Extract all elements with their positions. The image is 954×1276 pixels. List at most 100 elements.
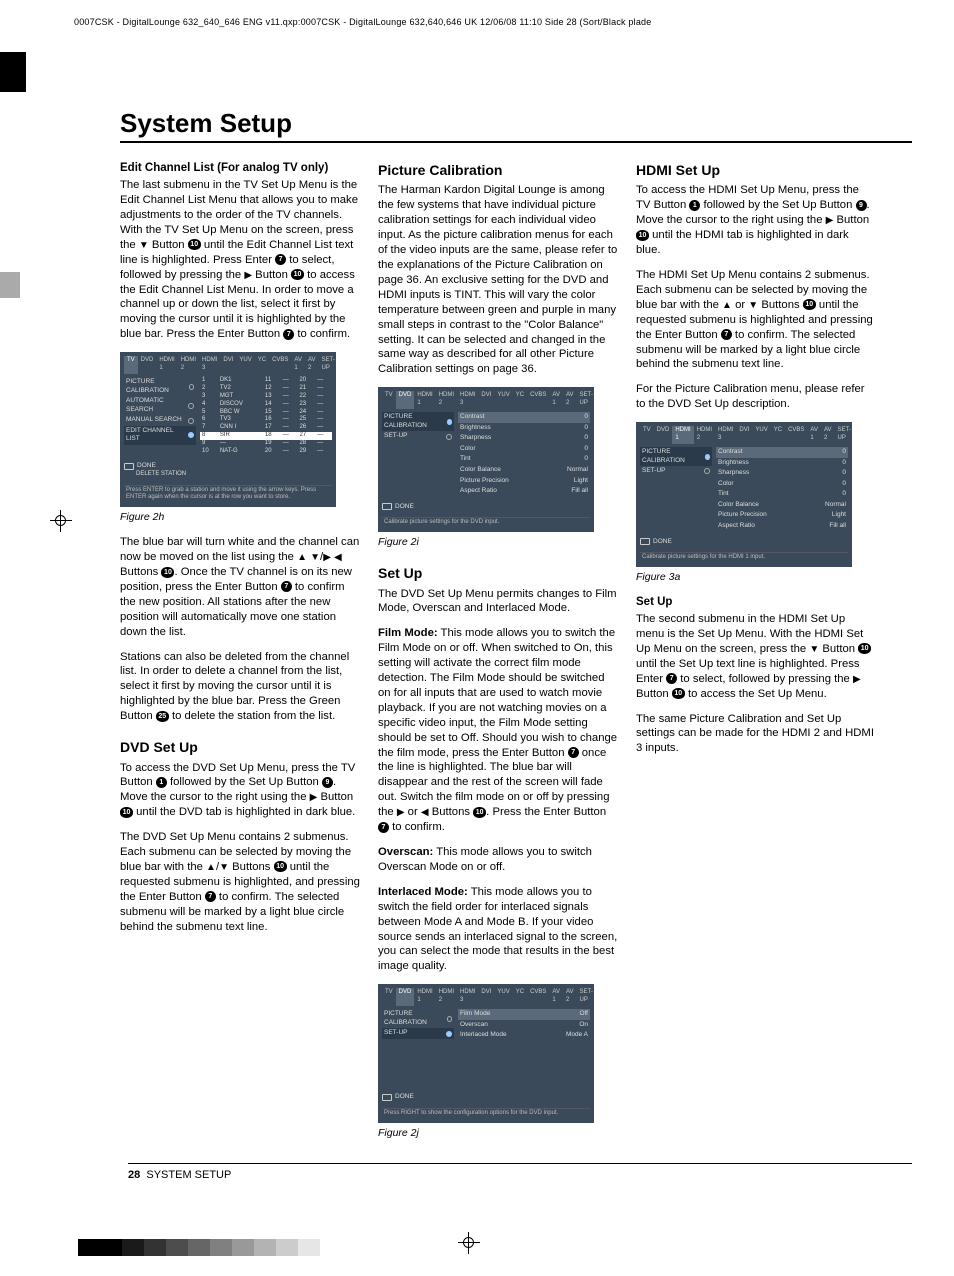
button-9-icon: 9 [322, 777, 333, 788]
right-icon: ▶ [397, 807, 405, 818]
button-10-icon: 10 [188, 239, 201, 250]
right-icon: ▶ [244, 270, 252, 281]
left-icon: ◀ [421, 807, 429, 818]
osd-done: DONE [124, 462, 332, 471]
pc-p1: The Harman Kardon Digital Lounge is amon… [378, 183, 618, 377]
edit-p3: Stations can also be deleted from the ch… [120, 650, 360, 725]
button-25-icon: 25 [156, 711, 169, 722]
edit-p1: The last submenu in the TV Set Up Menu i… [120, 178, 360, 342]
osd-done: DONE [640, 538, 848, 547]
osd-main: Contrast0Brightness0Sharpness0Color0Tint… [716, 447, 848, 532]
caption-2h: Figure 2h [120, 511, 360, 525]
osd-sidebar: PICTURE CALIBRATIONAUTOMATIC SEARCHMANUA… [124, 377, 196, 456]
figure-2j-osd: TVDVDHDMI 1HDMI 2HDMI 3DVIYUVYCCVBSAV 1A… [378, 984, 594, 1122]
button-10-icon: 10 [291, 269, 304, 280]
osd-main: Contrast0Brightness0Sharpness0Color0Tint… [458, 412, 590, 497]
button-9-icon: 9 [856, 200, 867, 211]
up-icon: ▲ [297, 552, 307, 563]
right-icon: ▶ [853, 674, 861, 685]
button-10-icon: 10 [473, 807, 486, 818]
button-7-icon: 7 [205, 891, 216, 902]
button-7-icon: 7 [283, 329, 294, 340]
figure-2i-osd: TVDVDHDMI 1HDMI 2HDMI 3DVIYUVYCCVBSAV 1A… [378, 387, 594, 532]
button-1-icon: 1 [156, 777, 167, 788]
osd-tabs: TVDVDHDMI 1HDMI 2HDMI 3DVIYUVYCCVBSAV 1A… [640, 426, 848, 444]
osd-done: DONE [382, 503, 590, 512]
setup-interlaced: Interlaced Mode: This mode allows you to… [378, 885, 618, 974]
button-7-icon: 7 [666, 673, 677, 684]
button-10-icon: 10 [636, 230, 649, 241]
osd-tabs: TVDVDHDMI 1HDMI 2HDMI 3DVIYUVYCCVBSAV 1A… [382, 988, 590, 1006]
osd-main: 1DK111—20—2TV212—21—3MGT13—22—4DISCOV14—… [200, 377, 332, 456]
button-10-icon: 10 [858, 643, 871, 654]
h-dvd-setup: DVD Set Up [120, 738, 360, 756]
osd-sidebar: PICTURE CALIBRATIONSET-UP [382, 1009, 454, 1087]
edit-p2: The blue bar will turn white and the cha… [120, 535, 360, 639]
caption-2i: Figure 2i [378, 536, 618, 550]
down-icon: ▼ [809, 644, 819, 655]
caption-3a: Figure 3a [636, 571, 876, 585]
col-2: Picture Calibration The Harman Kardon Di… [378, 161, 618, 1150]
registration-mark-left [50, 510, 72, 532]
h-hdmi-setup: Set Up [636, 595, 876, 610]
button-10-icon: 10 [274, 861, 287, 872]
down-icon: ▼ [748, 300, 758, 311]
hdmi-p1: To access the HDMI Set Up Menu, press th… [636, 183, 876, 258]
h-hdmi: HDMI Set Up [636, 161, 876, 179]
hdmi-p3: For the Picture Calibration menu, please… [636, 382, 876, 412]
button-10-icon: 10 [803, 299, 816, 310]
figure-2h-osd: TVDVDHDMI 1HDMI 2HDMI 3DVIYUVYCCVBSAV 1A… [120, 352, 336, 507]
h-setup: Set Up [378, 564, 618, 582]
osd-footer: Calibrate picture settings for the HDMI … [640, 552, 848, 563]
col-1: Edit Channel List (For analog TV only) T… [120, 161, 360, 1150]
dvd-p2: The DVD Set Up Menu contains 2 submenus.… [120, 830, 360, 934]
page: 0007CSK - DigitalLounge 632_640_646 ENG … [0, 0, 954, 1276]
button-1-icon: 1 [689, 200, 700, 211]
h-picture-cal: Picture Calibration [378, 161, 618, 179]
footer-section: SYSTEM SETUP [146, 1169, 231, 1181]
osd-footer: Calibrate picture settings for the DVD i… [382, 517, 590, 528]
right-icon: ▶ [323, 552, 331, 563]
hdmi-setup-p1: The second submenu in the HDMI Set Up me… [636, 612, 876, 701]
setup-overscan: Overscan: This mode allows you to switch… [378, 845, 618, 875]
osd-sidebar: PICTURE CALIBRATIONSET-UP [640, 447, 712, 532]
col-3: HDMI Set Up To access the HDMI Set Up Me… [636, 161, 876, 1150]
hdmi-p2: The HDMI Set Up Menu contains 2 submenus… [636, 268, 876, 372]
registration-mark-bottom [458, 1232, 480, 1254]
page-number: 28 [128, 1169, 140, 1181]
osd-footer: Press RIGHT to show the configuration op… [382, 1108, 590, 1119]
osd-done: DONE [382, 1093, 590, 1102]
caption-2j: Figure 2j [378, 1127, 618, 1141]
page-title: System Setup [120, 108, 912, 143]
button-10-icon: 10 [161, 567, 174, 578]
page-footer: 28 SYSTEM SETUP [128, 1169, 231, 1181]
button-7-icon: 7 [275, 254, 286, 265]
left-icon: ◀ [334, 552, 342, 563]
button-7-icon: 7 [378, 822, 389, 833]
up-icon: ▲ [206, 862, 216, 873]
osd-main: Film ModeOffOverscanOnInterlaced ModeMod… [458, 1009, 590, 1087]
footer-rule [128, 1163, 912, 1164]
setup-film: Film Mode: This mode allows you to switc… [378, 626, 618, 835]
down-icon: ▼ [310, 552, 320, 563]
down-icon: ▼ [219, 862, 229, 873]
button-10-icon: 10 [120, 807, 133, 818]
h-edit-channel: Edit Channel List (For analog TV only) [120, 161, 360, 176]
dvd-p1: To access the DVD Set Up Menu, press the… [120, 761, 360, 821]
button-7-icon: 7 [568, 747, 579, 758]
up-icon: ▲ [722, 300, 732, 311]
osd-tabs: TVDVDHDMI 1HDMI 2HDMI 3DVIYUVYCCVBSAV 1A… [124, 356, 332, 374]
color-bar [78, 1239, 320, 1256]
button-7-icon: 7 [721, 329, 732, 340]
setup-p1: The DVD Set Up Menu permits changes to F… [378, 587, 618, 617]
crop-mark-text: 0007CSK - DigitalLounge 632_640_646 ENG … [74, 17, 954, 27]
osd-tabs: TVDVDHDMI 1HDMI 2HDMI 3DVIYUVYCCVBSAV 1A… [382, 391, 590, 409]
text-columns: Edit Channel List (For analog TV only) T… [120, 161, 912, 1150]
osd-footer: Press ENTER to grab a station and move i… [124, 485, 332, 504]
button-10-icon: 10 [672, 688, 685, 699]
gray-tab [0, 272, 20, 298]
figure-3a-osd: TVDVDHDMI 1HDMI 2HDMI 3DVIYUVYCCVBSAV 1A… [636, 422, 852, 567]
button-7-icon: 7 [281, 581, 292, 592]
hdmi-setup-p2: The same Picture Calibration and Set Up … [636, 712, 876, 757]
osd-sidebar: PICTURE CALIBRATIONSET-UP [382, 412, 454, 497]
